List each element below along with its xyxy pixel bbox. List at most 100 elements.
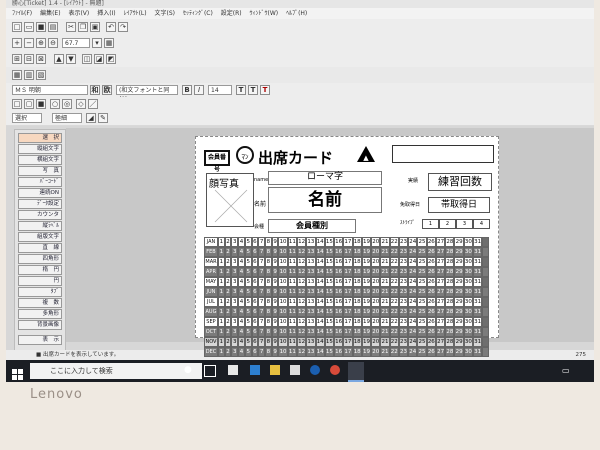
- day-cell[interactable]: 28: [445, 347, 455, 357]
- day-cell[interactable]: 30: [463, 317, 474, 327]
- day-cell[interactable]: 10: [278, 267, 288, 277]
- day-cell[interactable]: 15: [324, 347, 335, 357]
- day-cell[interactable]: 14: [315, 317, 325, 327]
- ruler-icon[interactable]: ▦: [104, 38, 114, 48]
- tool-typeset[interactable]: 組版文字: [18, 232, 62, 242]
- day-cell[interactable]: 17: [343, 237, 353, 247]
- day-cell[interactable]: 17: [343, 247, 353, 257]
- day-cell[interactable]: 8: [265, 297, 272, 307]
- day-cell[interactable]: 13: [306, 247, 316, 257]
- day-cell[interactable]: 23: [398, 347, 409, 357]
- day-cell[interactable]: 12: [296, 337, 307, 347]
- day-cell[interactable]: 6: [251, 307, 259, 317]
- tool-ellipse[interactable]: 楕 円: [18, 265, 62, 275]
- day-cell[interactable]: 11: [287, 307, 297, 317]
- day-cell[interactable]: 4: [238, 237, 245, 247]
- day-cell[interactable]: 25: [417, 307, 427, 317]
- day-cell[interactable]: 28: [445, 267, 455, 277]
- day-cell[interactable]: 29: [454, 287, 464, 297]
- line-tool-icon[interactable]: ／: [88, 99, 98, 109]
- day-cell[interactable]: 5: [244, 267, 252, 277]
- day-cell[interactable]: 14: [315, 307, 325, 317]
- day-cell[interactable]: 3: [231, 247, 239, 257]
- day-cell[interactable]: 31: [473, 317, 483, 327]
- mode-select[interactable]: 選択: [12, 113, 42, 123]
- day-cell[interactable]: 15: [324, 337, 335, 347]
- tool-vertical-text[interactable]: 縦組文字: [18, 144, 62, 154]
- day-cell[interactable]: 31: [473, 267, 483, 277]
- new-icon[interactable]: □: [12, 22, 22, 32]
- kanji-font-button[interactable]: 和: [90, 85, 100, 95]
- fill-tool-icon[interactable]: ■: [36, 99, 46, 109]
- zoom-select[interactable]: 67.7: [62, 38, 90, 48]
- day-cell[interactable]: 23: [398, 297, 409, 307]
- day-cell[interactable]: 15: [324, 247, 335, 257]
- day-cell[interactable]: 14: [315, 337, 325, 347]
- day-cell[interactable]: 24: [408, 327, 418, 337]
- day-cell[interactable]: 18: [352, 277, 362, 287]
- menu-edit[interactable]: 編集(E): [40, 8, 60, 19]
- day-cell[interactable]: 23: [398, 267, 409, 277]
- day-cell[interactable]: 24: [408, 257, 418, 267]
- day-cell[interactable]: 19: [361, 347, 372, 357]
- day-cell[interactable]: 15: [324, 317, 335, 327]
- day-cell[interactable]: 22: [389, 247, 399, 257]
- day-cell[interactable]: 11: [287, 237, 297, 247]
- day-cell[interactable]: 16: [334, 337, 344, 347]
- day-cell[interactable]: 4: [238, 257, 245, 267]
- day-cell[interactable]: 22: [389, 267, 399, 277]
- day-cell[interactable]: 25: [417, 287, 427, 297]
- day-cell[interactable]: 30: [463, 267, 474, 277]
- day-cell[interactable]: 12: [296, 277, 307, 287]
- snap-icon[interactable]: ▧: [36, 70, 46, 80]
- edge-icon[interactable]: [250, 365, 260, 375]
- day-cell[interactable]: 1: [217, 307, 225, 317]
- day-cell[interactable]: 19: [361, 317, 372, 327]
- align-right-icon[interactable]: ⊠: [36, 54, 46, 64]
- day-cell[interactable]: 26: [426, 347, 436, 357]
- day-cell[interactable]: 1: [217, 287, 225, 297]
- roman-font-button[interactable]: 欧: [102, 85, 112, 95]
- font-size-select[interactable]: 14: [208, 85, 232, 95]
- day-cell[interactable]: 3: [231, 267, 239, 277]
- day-cell[interactable]: 11: [287, 287, 297, 297]
- day-cell[interactable]: 13: [306, 257, 316, 267]
- align-left-icon[interactable]: ⊞: [12, 54, 22, 64]
- day-cell[interactable]: 10: [278, 277, 288, 287]
- day-cell[interactable]: 23: [398, 317, 409, 327]
- day-cell[interactable]: 3: [231, 287, 239, 297]
- day-cell[interactable]: 29: [454, 297, 464, 307]
- day-cell[interactable]: 8: [265, 337, 272, 347]
- print-icon[interactable]: ▤: [48, 22, 58, 32]
- day-cell[interactable]: 29: [454, 237, 464, 247]
- zoom-fit-icon[interactable]: ⊕: [36, 38, 46, 48]
- tool-select[interactable]: 選 択: [18, 133, 62, 143]
- tool-data-setting[interactable]: ﾃﾞｰﾀ設定: [18, 199, 62, 209]
- day-cell[interactable]: 5: [244, 257, 252, 267]
- day-cell[interactable]: 11: [287, 257, 297, 267]
- ellipse-tool-icon[interactable]: ○: [50, 99, 60, 109]
- day-cell[interactable]: 21: [380, 347, 390, 357]
- day-cell[interactable]: 29: [454, 247, 464, 257]
- day-cell[interactable]: 14: [315, 237, 325, 247]
- day-cell[interactable]: 30: [463, 247, 474, 257]
- day-cell[interactable]: 24: [408, 287, 418, 297]
- day-cell[interactable]: 7: [258, 307, 265, 317]
- day-cell[interactable]: 13: [306, 297, 316, 307]
- menu-config[interactable]: 設定(R): [221, 8, 242, 19]
- menu-file[interactable]: ﾌｧｲﾙ(F): [12, 8, 32, 19]
- day-cell[interactable]: 24: [408, 317, 418, 327]
- day-cell[interactable]: 19: [361, 297, 372, 307]
- day-cell[interactable]: 9: [271, 257, 279, 267]
- day-cell[interactable]: 17: [343, 257, 353, 267]
- day-cell[interactable]: 1: [217, 327, 225, 337]
- tool-line[interactable]: 直 線: [18, 243, 62, 253]
- day-cell[interactable]: 1: [217, 317, 225, 327]
- day-cell[interactable]: 19: [361, 247, 372, 257]
- italic-button[interactable]: I: [194, 85, 204, 95]
- day-cell[interactable]: 27: [435, 347, 446, 357]
- day-cell[interactable]: 30: [463, 347, 474, 357]
- day-cell[interactable]: 26: [426, 277, 436, 287]
- day-cell[interactable]: 10: [278, 307, 288, 317]
- ie-icon[interactable]: [310, 365, 320, 375]
